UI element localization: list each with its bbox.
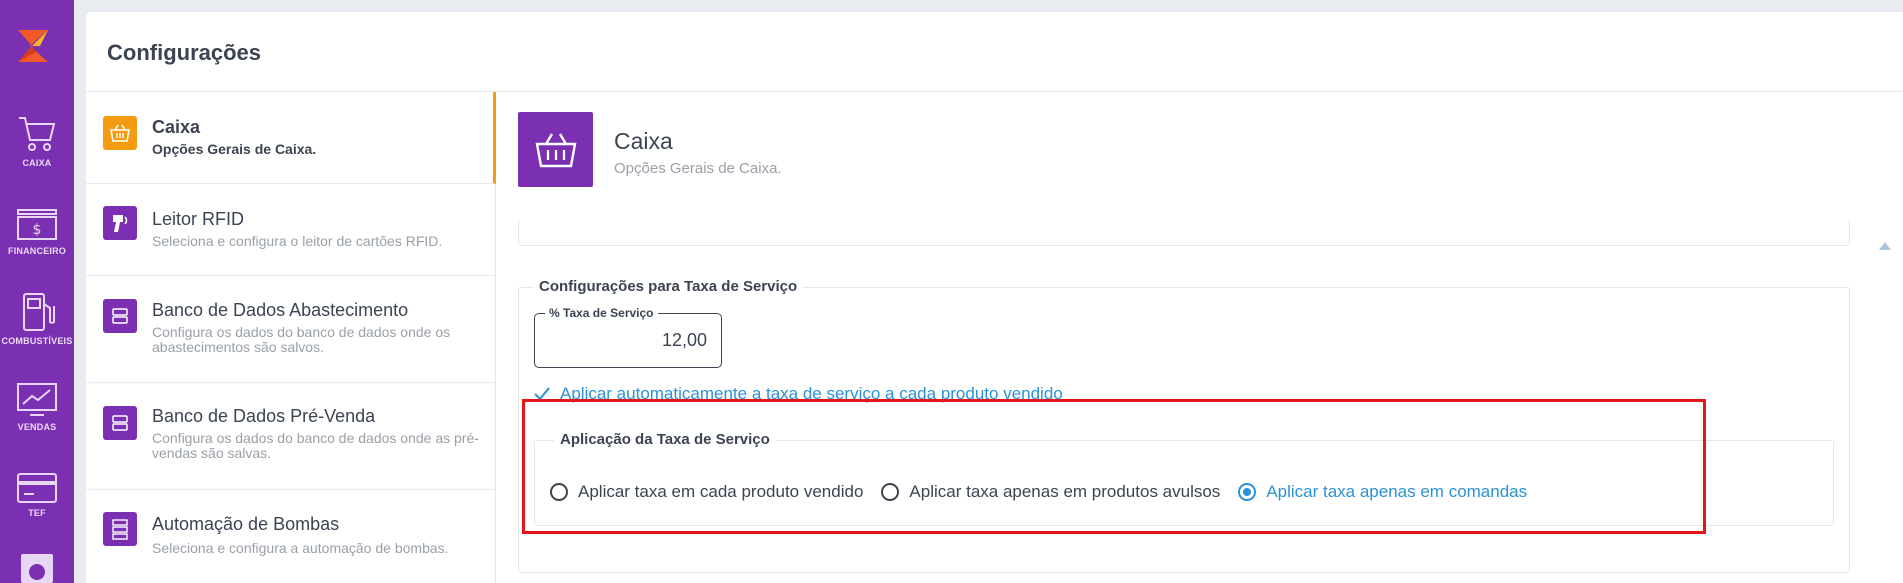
nav-label: TEF [28, 508, 46, 518]
service-fee-input-value[interactable]: 12,00 [662, 330, 707, 351]
fuel-pump-icon [23, 293, 55, 331]
settings-item-desc: Configura os dados do banco de dados ond… [152, 430, 479, 461]
app-logo-icon[interactable] [10, 22, 56, 68]
settings-item-title: Banco de Dados Pré-Venda [152, 406, 376, 426]
settings-item-leitor-rfid[interactable]: Leitor RFID Seleciona e configura o leit… [86, 184, 496, 276]
rfid-reader-icon [103, 206, 137, 240]
database-icon [103, 406, 137, 440]
card-icon [17, 473, 57, 503]
nav-item-vendas[interactable]: VENDAS [0, 382, 74, 432]
previous-section-box [518, 220, 1850, 246]
nav-item-combustiveis[interactable]: COMBUSTÍVEIS [0, 292, 74, 346]
settings-item-title: Banco de Dados Abastecimento [152, 300, 409, 320]
detail-subtitle: Opções Gerais de Caixa. [614, 160, 782, 177]
settings-item-desc: Seleciona e configura a automação de bom… [152, 540, 449, 556]
nav-item-financeiro[interactable]: $ FINANCEIRO [0, 208, 74, 256]
nav-rail: CAIXA $ FINANCEIRO COMBUSTÍVEIS VENDAS T… [0, 0, 74, 583]
basket-icon [103, 116, 137, 150]
settings-item-title: Caixa [152, 117, 201, 137]
settings-item-automacao-bombas[interactable]: Automação de Bombas Seleciona e configur… [86, 490, 496, 583]
settings-item-banco-abastecimento[interactable]: Banco de Dados Abastecimento Configura o… [86, 276, 496, 383]
scroll-up-arrow-icon[interactable] [1872, 228, 1898, 264]
cart-icon [19, 117, 56, 151]
service-fee-legend: Configurações para Taxa de Serviço [533, 278, 804, 295]
server-icon [103, 512, 137, 546]
nav-item-tef[interactable]: TEF [0, 472, 74, 518]
settings-item-title: Automação de Bombas [152, 514, 340, 534]
settings-item-banco-pre-venda[interactable]: Banco de Dados Pré-Venda Configura os da… [86, 383, 496, 490]
detail-title: Caixa [614, 128, 673, 154]
nav-label: FINANCEIRO [8, 246, 66, 256]
nav-label: COMBUSTÍVEIS [1, 336, 73, 346]
nav-label: CAIXA [22, 158, 52, 168]
settings-list: Caixa Opções Gerais de Caixa. Leitor RFI… [86, 92, 496, 583]
database-icon [103, 299, 137, 333]
settings-item-title: Leitor RFID [152, 209, 245, 229]
page-title: Configurações [107, 40, 262, 65]
service-fee-input[interactable]: % Taxa de Serviço 12,00 [534, 306, 722, 368]
settings-item-desc: Opções Gerais de Caixa. [152, 141, 317, 157]
highlight-box [522, 399, 1706, 534]
money-icon: $ [17, 209, 57, 240]
svg-text:$: $ [33, 222, 42, 238]
nav-label: VENDAS [17, 422, 57, 432]
card-header: Configurações [86, 12, 1903, 92]
basket-icon [518, 112, 593, 187]
chart-icon [17, 383, 57, 416]
settings-item-desc: Configura os dados do banco de dados ond… [152, 324, 451, 355]
nav-item-more[interactable] [0, 552, 74, 583]
settings-item-desc: Seleciona e configura o leitor de cartõe… [152, 233, 443, 249]
coin-machine-icon [21, 554, 53, 583]
service-fee-input-label: % Taxa de Serviço [545, 306, 658, 320]
nav-item-caixa[interactable]: CAIXA [0, 112, 74, 168]
settings-item-caixa[interactable]: Caixa Opções Gerais de Caixa. [86, 92, 496, 184]
